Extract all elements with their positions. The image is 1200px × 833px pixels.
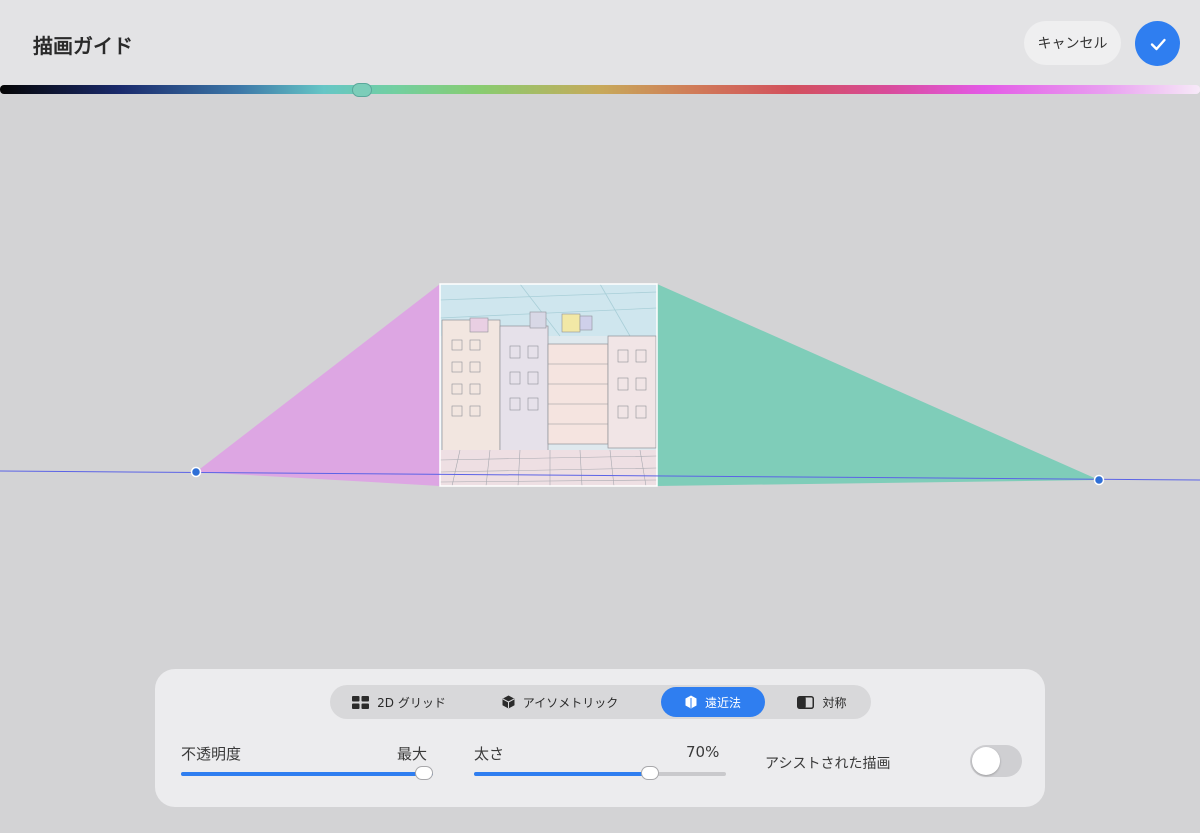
opacity-slider-fill: [181, 772, 433, 776]
vanishing-point-right-handle[interactable]: [1093, 474, 1105, 486]
guide-mode-selector: 2D グリッド アイソメトリック 遠近法 対称: [330, 685, 871, 719]
thickness-label: 太さ: [474, 745, 505, 763]
mode-label: アイソメトリック: [522, 695, 619, 710]
right-perspective-plane: [657, 284, 1099, 486]
assisted-drawing-label: アシストされた描画: [765, 756, 891, 772]
mode-label: 遠近法: [704, 695, 741, 710]
thickness-value: 70%: [686, 743, 720, 761]
mode-label: 対称: [822, 695, 847, 710]
symmetry-icon: [797, 695, 815, 709]
grid-icon: [352, 695, 370, 709]
mode-label: 2D グリッド: [377, 695, 446, 710]
mode-isometric[interactable]: アイソメトリック: [474, 687, 646, 717]
left-perspective-plane: [196, 284, 440, 486]
guide-settings-panel: 2D グリッド アイソメトリック 遠近法 対称 不透明度 最大 太さ 70% ア…: [155, 669, 1045, 807]
opacity-slider-thumb[interactable]: [415, 766, 433, 780]
vanishing-point-left-handle[interactable]: [190, 466, 202, 478]
assisted-drawing-toggle[interactable]: [970, 745, 1022, 777]
opacity-slider[interactable]: [181, 766, 433, 780]
mode-perspective[interactable]: 遠近法: [661, 687, 765, 717]
opacity-value: 最大: [397, 745, 428, 763]
thickness-slider-fill: [474, 772, 651, 776]
perspective-cube-icon: [685, 695, 697, 709]
mode-2d-grid[interactable]: 2D グリッド: [332, 687, 466, 717]
thickness-slider-thumb[interactable]: [641, 766, 660, 780]
opacity-label: 不透明度: [181, 745, 242, 763]
toggle-knob: [972, 747, 1000, 775]
mode-symmetry[interactable]: 対称: [775, 687, 869, 717]
artwork-preview: [439, 283, 658, 487]
cube-icon: [502, 695, 515, 709]
thickness-slider[interactable]: [474, 766, 726, 780]
